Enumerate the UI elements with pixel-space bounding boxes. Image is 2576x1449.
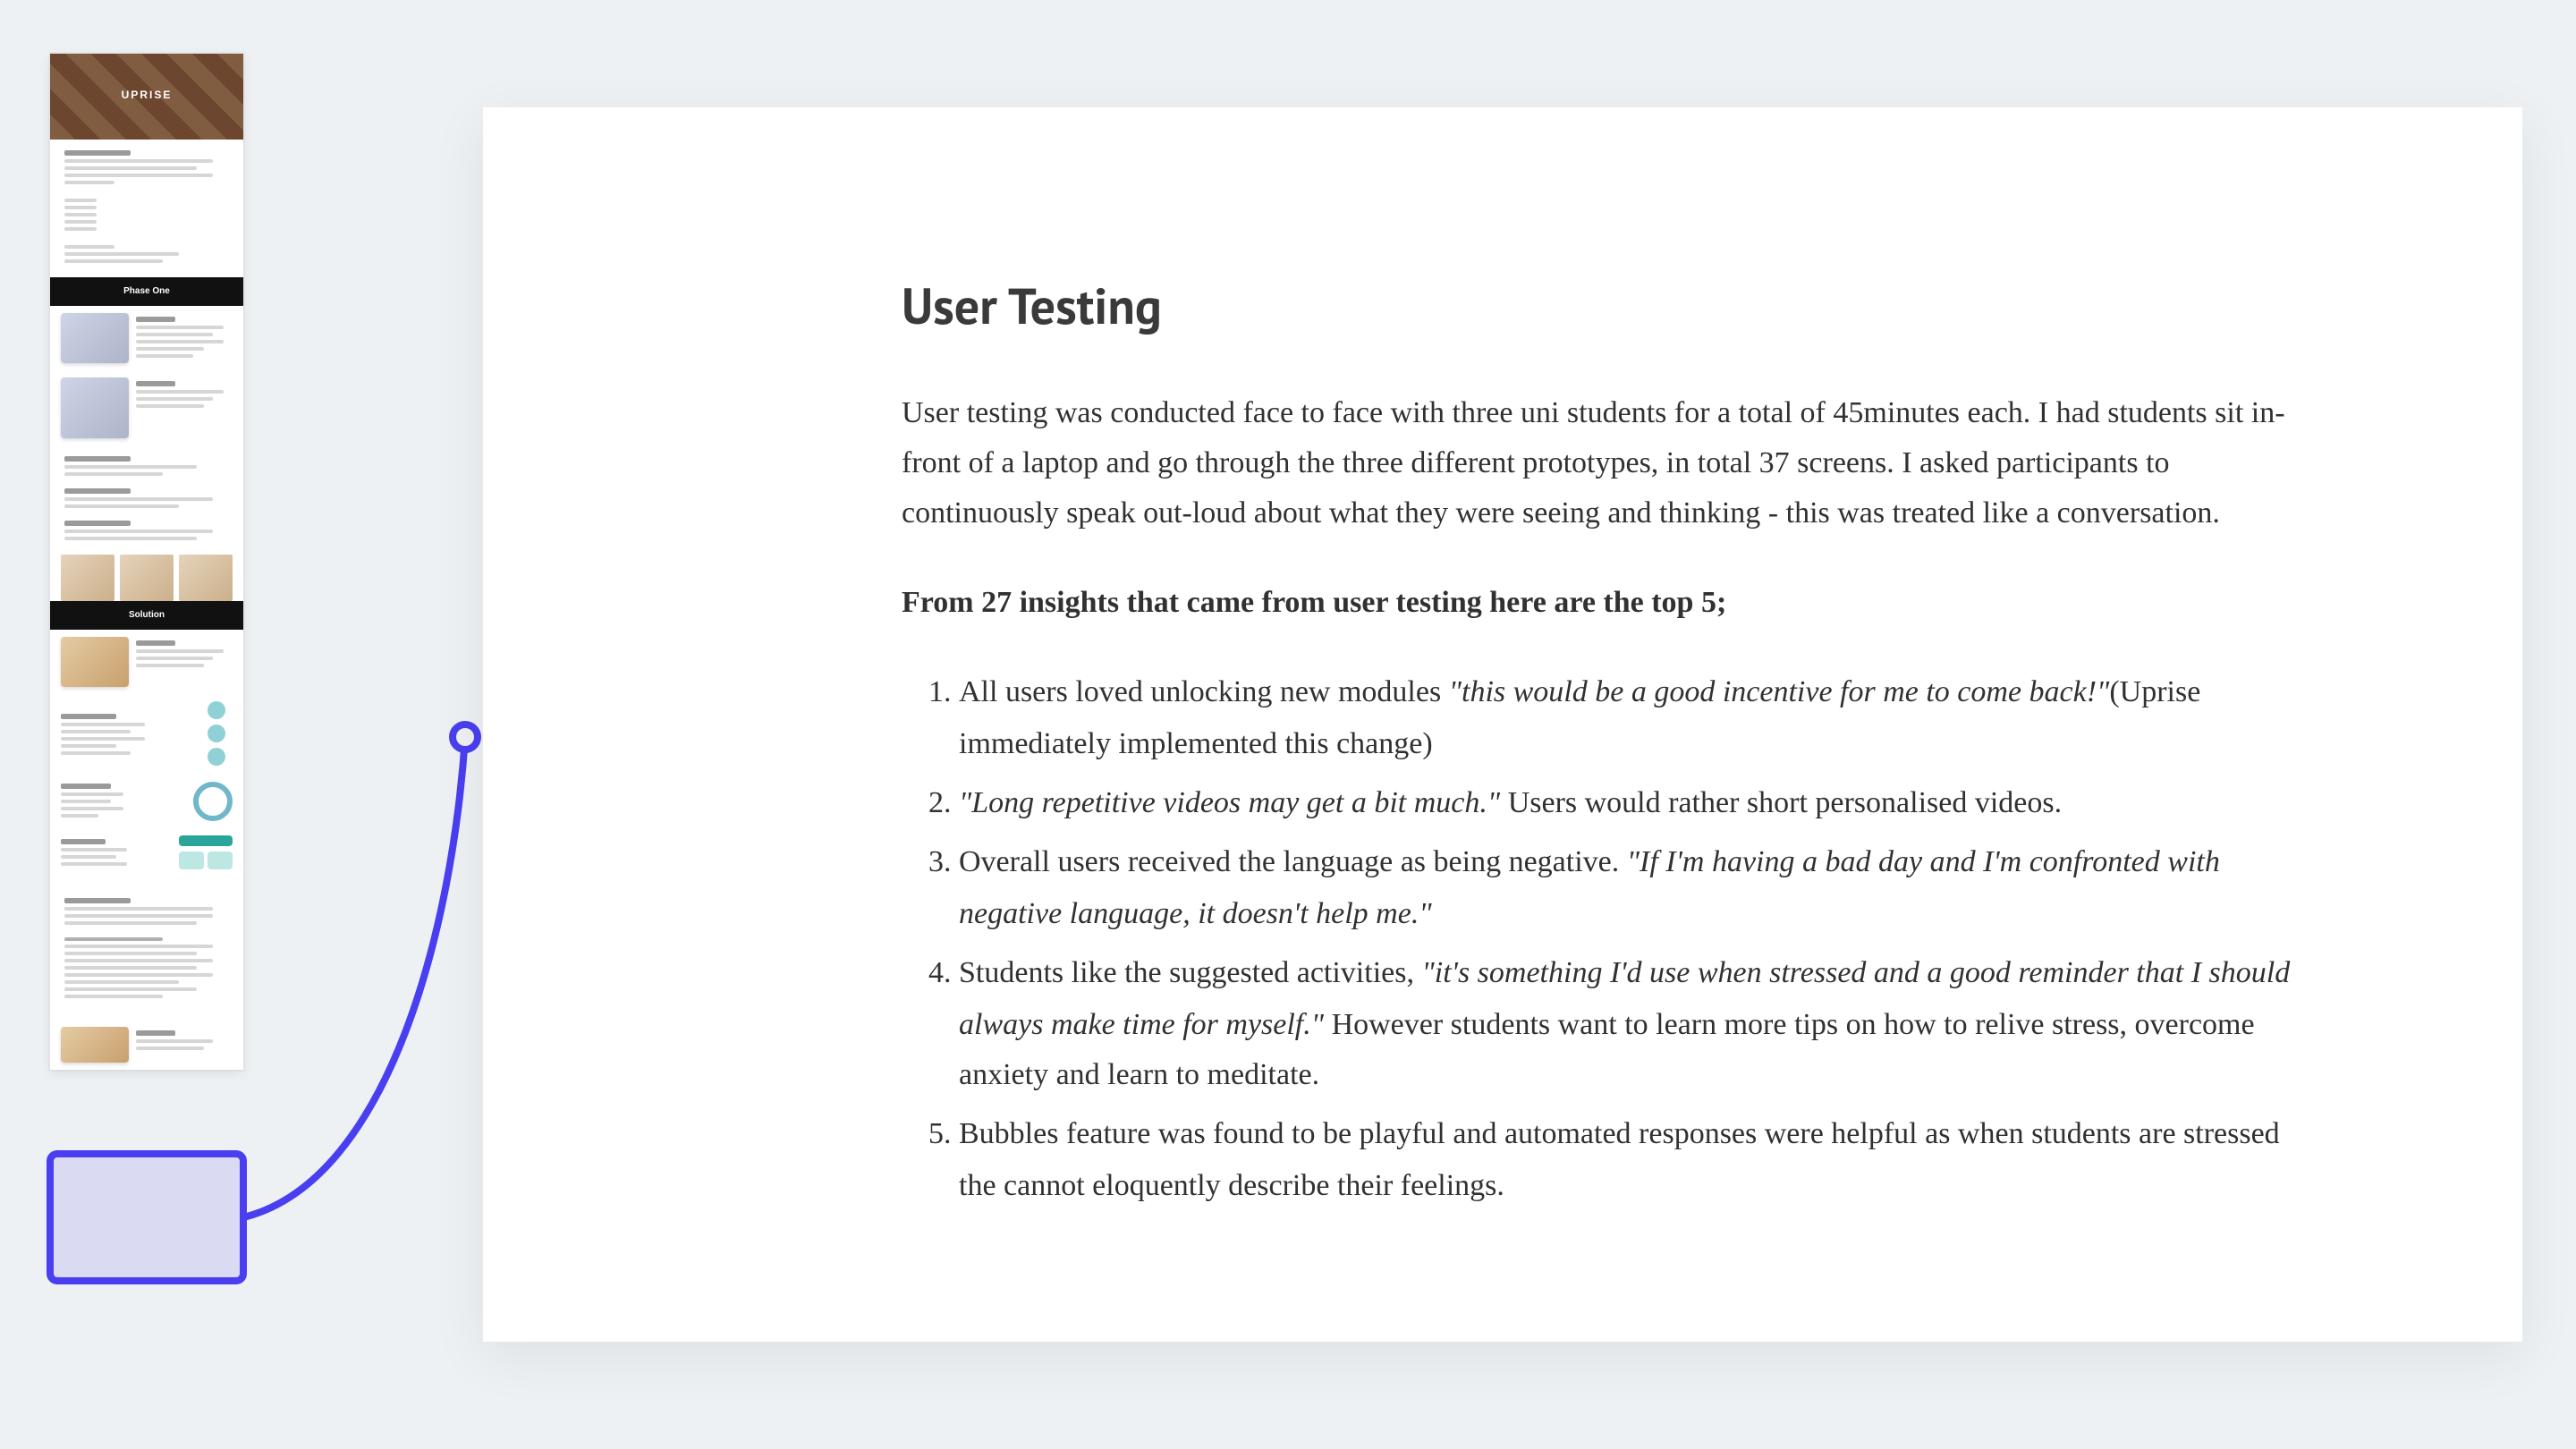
thumbnail-icon: [61, 377, 129, 438]
minimap-thumbnail[interactable]: UPRISE Phase One: [50, 54, 243, 1070]
thumbnail-icon: [61, 1027, 129, 1063]
insight-post: Users would rather short personalised vi…: [1500, 785, 2062, 819]
insight-quote: "this would be a good incentive for me t…: [1449, 674, 2110, 708]
minimap-current-section: [50, 877, 243, 1020]
minimap-teal-row: [50, 828, 243, 877]
lead-paragraph: From 27 insights that came from user tes…: [902, 578, 2308, 628]
minimap-research-row-1: [50, 306, 243, 370]
insight-pre: All users loved unlocking new modules: [959, 674, 1449, 708]
insight-pre: Bubbles feature was found to be playful …: [959, 1117, 2280, 1203]
teal-bar-icon: [179, 835, 233, 846]
insight-item: Students like the suggested activities, …: [959, 947, 2308, 1102]
insights-list: All users loved unlocking new modules "t…: [902, 667, 2308, 1213]
detail-panel: User Testing User testing was conducted …: [483, 107, 2522, 1342]
insight-pre: Overall users received the language as b…: [959, 844, 1627, 878]
progress-ring-icon: [193, 781, 233, 820]
minimap-mid-text: [50, 445, 243, 555]
thumbnail-icon: [61, 637, 129, 687]
minimap-hero: UPRISE: [50, 54, 243, 140]
minimap-intro-text: [50, 140, 243, 277]
minimap-viewport-indicator[interactable]: [47, 1150, 247, 1284]
minimap-research-row-2: [50, 370, 243, 445]
bubbles-icon: [208, 701, 233, 766]
teal-cards-icon: [179, 852, 233, 869]
section-heading: User Testing: [902, 272, 2308, 338]
phase-label: Phase One: [123, 286, 170, 297]
minimap-section-solution: Solution: [50, 601, 243, 630]
minimap-circle-row: [50, 773, 243, 828]
minimap-section-phase: Phase One: [50, 277, 243, 306]
thumbnail-icon: [61, 313, 129, 363]
insight-pre: Students like the suggested activities,: [959, 954, 1422, 988]
minimap-image-strip: [50, 555, 243, 601]
minimap-solution-row-1: [50, 630, 243, 694]
insight-item: "Long repetitive videos may get a bit mu…: [959, 778, 2308, 830]
insight-item: Overall users received the language as b…: [959, 837, 2308, 941]
insight-quote: "Long repetitive videos may get a bit mu…: [959, 785, 1500, 819]
minimap-below-row: [50, 1020, 243, 1070]
minimap-bubbles-row: [50, 694, 243, 773]
solution-label: Solution: [129, 610, 165, 621]
lead-text: From 27 insights that came from user tes…: [902, 585, 1726, 619]
insight-item: All users loved unlocking new modules "t…: [959, 667, 2308, 771]
insight-item: Bubbles feature was found to be playful …: [959, 1110, 2308, 1214]
brand-label: UPRISE: [122, 91, 173, 102]
intro-paragraph: User testing was conducted face to face …: [902, 388, 2308, 538]
